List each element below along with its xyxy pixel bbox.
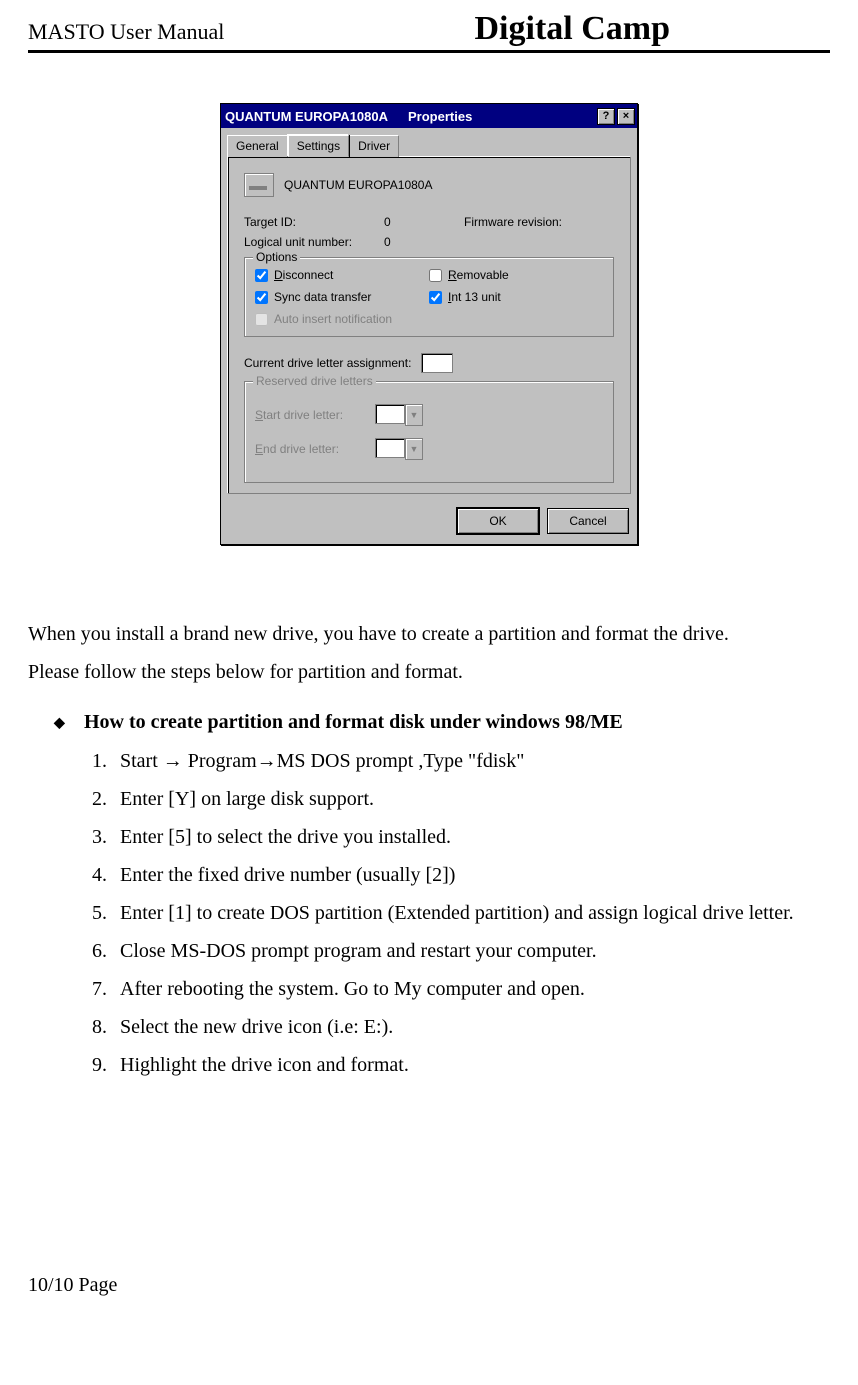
- target-id-label: Target ID:: [244, 215, 384, 229]
- checkbox-removable-input[interactable]: [429, 269, 442, 282]
- paragraph-2: Please follow the steps below for partit…: [28, 653, 830, 691]
- start-letter-label: Start drive letter:: [255, 408, 375, 422]
- reserved-group: Reserved drive letters Start drive lette…: [244, 381, 614, 483]
- list-item: After rebooting the system. Go to My com…: [112, 970, 830, 1008]
- section-title: How to create partition and format disk …: [84, 711, 830, 734]
- device-name: QUANTUM EUROPA1080A: [284, 178, 432, 192]
- tab-driver[interactable]: Driver: [349, 135, 399, 157]
- close-button[interactable]: ×: [617, 108, 635, 125]
- title-device: QUANTUM EUROPA1080A: [225, 109, 388, 124]
- options-group: Options Disconnect Removable Sync dat: [244, 257, 614, 337]
- drive-icon: [244, 173, 274, 197]
- paragraph-1: When you install a brand new drive, you …: [28, 615, 830, 653]
- list-item: Start → Program→MS DOS prompt ,Type "fdi…: [112, 742, 830, 780]
- checkbox-disconnect-input[interactable]: [255, 269, 268, 282]
- checkbox-auto-insert: Auto insert notification: [255, 312, 429, 326]
- checkbox-sync-input[interactable]: [255, 291, 268, 304]
- titlebar[interactable]: QUANTUM EUROPA1080A Properties ? ×: [221, 104, 637, 128]
- start-letter-combo: ▼: [375, 404, 423, 426]
- firmware-label: Firmware revision:: [464, 215, 562, 229]
- checkbox-disconnect[interactable]: Disconnect: [255, 268, 429, 282]
- current-drive-label: Current drive letter assignment:: [244, 356, 411, 370]
- list-item: Highlight the drive icon and format.: [112, 1046, 830, 1084]
- checkbox-int13[interactable]: Int 13 unit: [429, 290, 603, 304]
- list-item: Close MS-DOS prompt program and restart …: [112, 932, 830, 970]
- lun-label: Logical unit number:: [244, 235, 384, 249]
- options-legend: Options: [253, 250, 300, 264]
- checkbox-int13-input[interactable]: [429, 291, 442, 304]
- tab-panel-settings: QUANTUM EUROPA1080A Target ID: 0 Firmwar…: [227, 156, 631, 494]
- chevron-down-icon: ▼: [405, 404, 423, 426]
- properties-dialog: QUANTUM EUROPA1080A Properties ? × Gener…: [220, 103, 638, 545]
- tab-settings[interactable]: Settings: [288, 135, 349, 157]
- header-right: Digital Camp: [475, 10, 671, 48]
- title-suffix: Properties: [408, 109, 472, 124]
- help-button[interactable]: ?: [597, 108, 615, 125]
- reserved-legend: Reserved drive letters: [253, 374, 376, 388]
- checkbox-sync[interactable]: Sync data transfer: [255, 290, 429, 304]
- list-item: Enter [1] to create DOS partition (Exten…: [112, 894, 830, 932]
- current-drive-input[interactable]: [421, 353, 453, 373]
- tab-general[interactable]: General: [227, 135, 288, 157]
- checkbox-auto-insert-input: [255, 313, 268, 326]
- cancel-button[interactable]: Cancel: [547, 508, 629, 534]
- checkbox-removable[interactable]: Removable: [429, 268, 603, 282]
- target-id-value: 0: [384, 215, 424, 229]
- ok-button[interactable]: OK: [457, 508, 539, 534]
- chevron-down-icon: ▼: [405, 438, 423, 460]
- header-left: MASTO User Manual: [28, 19, 224, 45]
- list-item: Enter [5] to select the drive you instal…: [112, 818, 830, 856]
- end-letter-label: End drive letter:: [255, 442, 375, 456]
- lun-value: 0: [384, 235, 424, 249]
- end-letter-combo: ▼: [375, 438, 423, 460]
- list-item: Enter [Y] on large disk support.: [112, 780, 830, 818]
- page-footer: 10/10 Page: [28, 1274, 830, 1297]
- steps-list: Start → Program→MS DOS prompt ,Type "fdi…: [84, 742, 830, 1084]
- list-item: Select the new drive icon (i.e: E:).: [112, 1008, 830, 1046]
- list-item: Enter the fixed drive number (usually [2…: [112, 856, 830, 894]
